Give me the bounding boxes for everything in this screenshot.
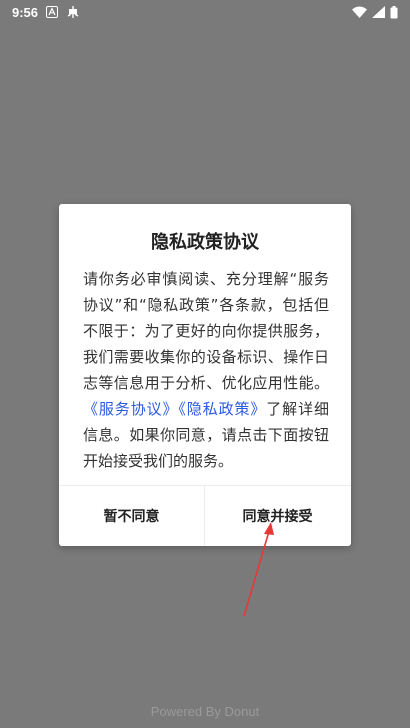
decline-button[interactable]: 暂不同意 bbox=[59, 486, 204, 546]
a-icon bbox=[46, 6, 59, 18]
service-agreement-link[interactable]: 《服务协议》 bbox=[83, 400, 178, 418]
bug-icon bbox=[66, 5, 80, 19]
status-bar: 9:56 bbox=[0, 0, 410, 24]
status-time: 9:56 bbox=[12, 4, 39, 20]
status-left: 9:56 bbox=[12, 5, 80, 20]
status-right bbox=[352, 5, 398, 19]
signal-icon bbox=[372, 6, 385, 18]
battery-icon bbox=[390, 5, 398, 19]
dialog-body-text-1: 请你务必审慎阅读、充分理解“服务协议”和“隐私政策”各条款，包括但不限于：为了更… bbox=[83, 270, 329, 392]
privacy-policy-link[interactable]: 《隐私政策》 bbox=[178, 400, 266, 418]
powered-by-footer: Powered By Donut bbox=[150, 704, 260, 719]
privacy-dialog: 隐私政策协议 请你务必审慎阅读、充分理解“服务协议”和“隐私政策”各条款，包括但… bbox=[59, 204, 351, 546]
wifi-icon bbox=[352, 6, 367, 18]
dialog-body: 请你务必审慎阅读、充分理解“服务协议”和“隐私政策”各条款，包括但不限于：为了更… bbox=[83, 266, 329, 474]
dialog-title: 隐私政策协议 bbox=[151, 232, 259, 253]
accept-button[interactable]: 同意并接受 bbox=[205, 486, 350, 546]
